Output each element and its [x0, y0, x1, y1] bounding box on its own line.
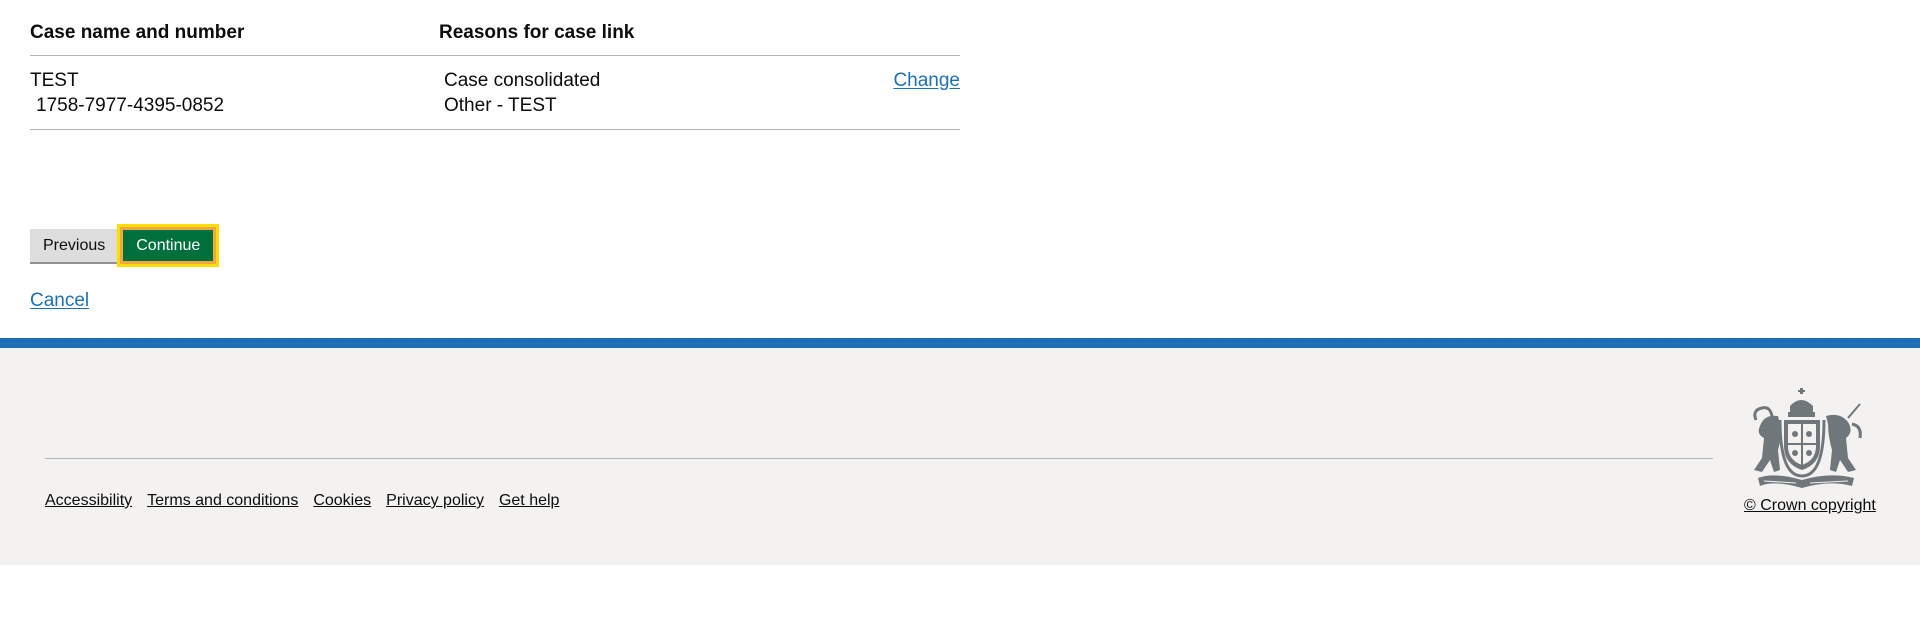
footer-link-help[interactable]: Get help: [499, 492, 559, 510]
reason-item: Case consolidated: [444, 70, 601, 91]
linked-cases-table: Case name and number Reasons for case li…: [30, 0, 960, 130]
footer-link-terms[interactable]: Terms and conditions: [147, 492, 298, 510]
royal-coat-of-arms-icon: [1753, 388, 1862, 488]
previous-button[interactable]: Previous: [30, 229, 119, 262]
column-header-case: Case name and number: [30, 0, 439, 56]
case-name: TEST: [30, 70, 79, 91]
column-header-action: [849, 0, 960, 56]
linked-cases-section: Case name and number Reasons for case li…: [30, 0, 960, 130]
footer: Accessibility Terms and conditions Cooki…: [0, 348, 1920, 565]
copyright: © Crown copyright: [1744, 497, 1876, 515]
button-group: Previous Continue: [30, 224, 220, 267]
copyright-link[interactable]: © Crown copyright: [1744, 497, 1876, 514]
footer-divider: [45, 458, 1713, 459]
column-header-reasons: Reasons for case link: [439, 0, 849, 56]
footer-links: Accessibility Terms and conditions Cooki…: [45, 492, 559, 510]
change-link[interactable]: Change: [893, 70, 960, 91]
footer-link-cookies[interactable]: Cookies: [313, 492, 371, 510]
reasons-cell: Case consolidated Other - TEST: [439, 55, 849, 130]
case-number: 1758-7977-4395-0852: [36, 95, 225, 116]
table-header-row: Case name and number Reasons for case li…: [30, 0, 960, 56]
reason-item: Other - TEST: [444, 95, 557, 116]
cancel-link[interactable]: Cancel: [30, 290, 89, 312]
action-cell: Change: [849, 55, 960, 130]
continue-button[interactable]: Continue: [117, 224, 220, 267]
table-row: TEST 1758-7977-4395-0852 Case consolidat…: [30, 55, 960, 130]
footer-link-accessibility[interactable]: Accessibility: [45, 492, 132, 510]
case-name-cell: TEST 1758-7977-4395-0852: [30, 55, 439, 130]
footer-top-border: [0, 338, 1920, 348]
footer-link-privacy[interactable]: Privacy policy: [386, 492, 484, 510]
